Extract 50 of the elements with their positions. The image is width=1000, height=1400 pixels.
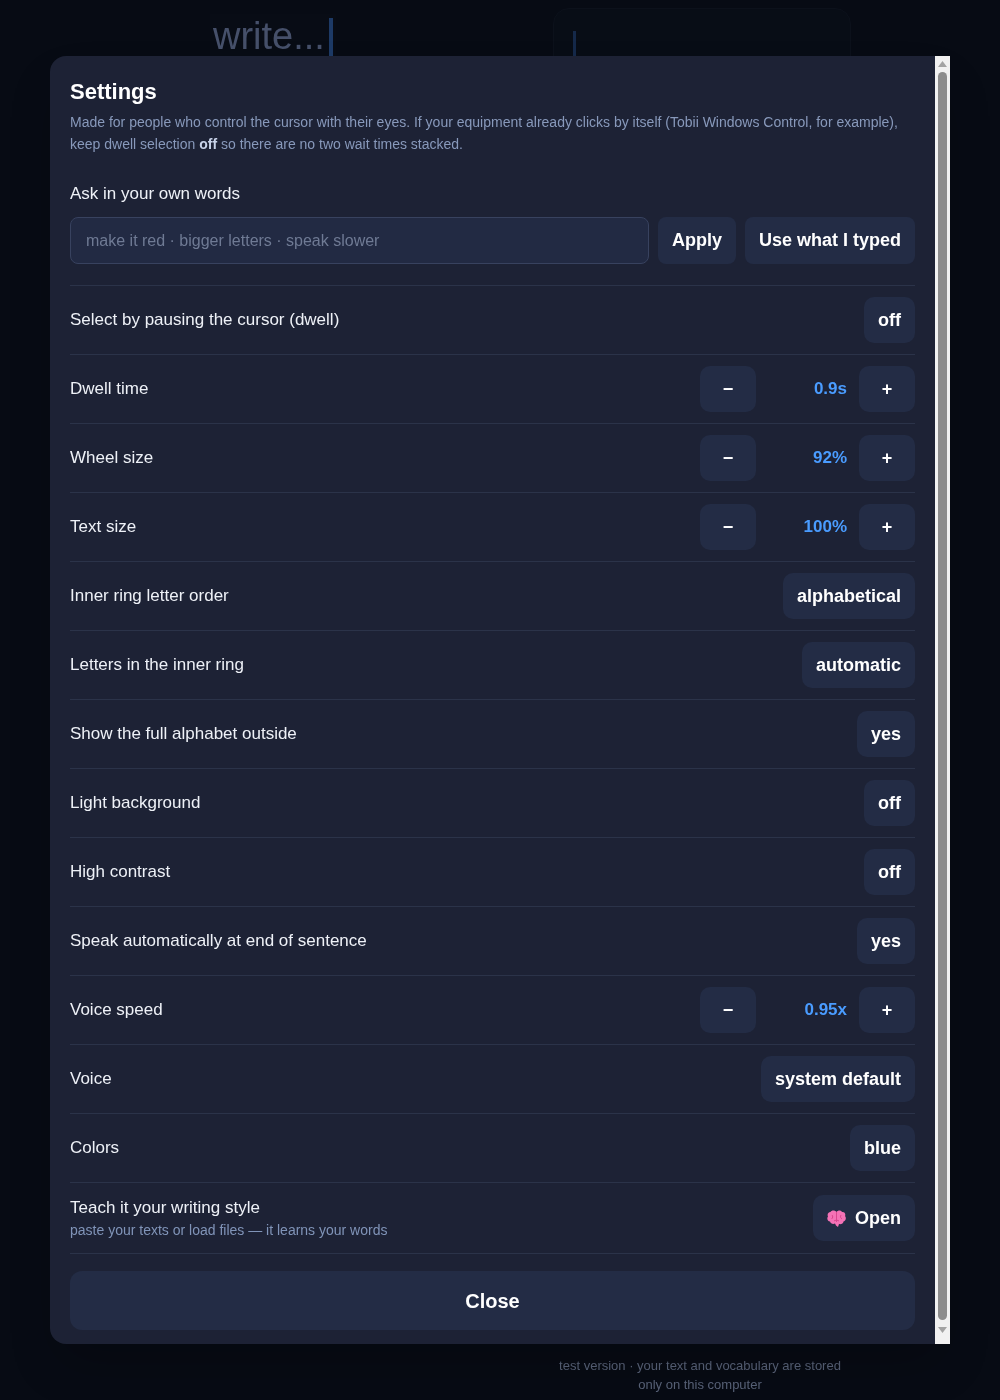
setting-label: Colors — [70, 1137, 120, 1159]
setting-value-button[interactable]: yes — [856, 918, 915, 964]
scroll-up-arrow-icon[interactable] — [938, 61, 947, 67]
footer-note: test version · your text and vocabulary are stored only on this computer — [558, 1357, 842, 1394]
ask-button[interactable]: Apply — [657, 217, 736, 264]
setting-value: 100% — [802, 516, 847, 539]
setting-label: High contrast — [70, 861, 171, 883]
setting-value-button[interactable]: off — [864, 849, 915, 895]
brain-icon — [827, 1209, 846, 1227]
decrease-button[interactable]: − — [700, 435, 756, 481]
setting-label: Dwell time — [70, 378, 149, 400]
setting-hint: paste your texts or load files — it learns your words — [70, 1221, 388, 1240]
setting-value-button[interactable]: off — [864, 297, 915, 343]
ask-label: Ask in your own words — [70, 183, 242, 205]
setting-value-button[interactable]: system default — [760, 1056, 915, 1102]
setting-value-button[interactable]: blue — [850, 1125, 915, 1171]
setting-label: Inner ring letter order — [70, 585, 229, 607]
ask-input-field[interactable]: make it red · bigger letters · speak slower — [70, 217, 649, 264]
setting-label: Speak automatically at end of sentence — [70, 930, 367, 952]
setting-value: 92% — [811, 447, 847, 470]
setting-label: Light background — [70, 792, 201, 814]
setting-value-button[interactable]: alphabetical — [782, 573, 915, 619]
setting-label: Teach it your writing style — [70, 1197, 261, 1219]
setting-label: Voice — [70, 1068, 112, 1090]
open-button[interactable]: Open — [813, 1195, 915, 1241]
dialog-description: Made for people who control the cursor with their eyes. If your equipment already clicks by itself (Tobii Windows Control, for example), keep dwell selection off so there are no two wait times stacked. — [70, 113, 899, 154]
setting-label: Show the full alphabet outside — [70, 723, 297, 745]
setting-label: Letters in the inner ring — [70, 654, 244, 676]
setting-label: Wheel size — [70, 447, 154, 469]
scroll-down-arrow-icon[interactable] — [938, 1327, 947, 1333]
setting-value-button[interactable]: yes — [856, 711, 915, 757]
setting-label: Voice speed — [70, 999, 163, 1021]
setting-value: 0.9s — [812, 378, 847, 401]
decrease-button[interactable]: − — [700, 366, 756, 412]
setting-value-button[interactable]: off — [864, 780, 915, 826]
scrollbar-thumb[interactable] — [938, 72, 947, 1320]
decrease-button[interactable]: − — [700, 987, 756, 1033]
increase-button[interactable]: + — [859, 366, 915, 412]
close-button[interactable]: Close — [70, 1271, 915, 1330]
scrollbar[interactable] — [935, 56, 950, 1344]
setting-value-button[interactable]: automatic — [801, 642, 915, 688]
setting-label: Select by pausing the cursor (dwell) — [70, 309, 340, 331]
decrease-button[interactable]: − — [700, 504, 756, 550]
ask-button[interactable]: Use what I typed — [744, 217, 915, 264]
increase-button[interactable]: + — [859, 987, 915, 1033]
setting-label: Text size — [70, 516, 137, 538]
increase-button[interactable]: + — [859, 435, 915, 481]
dialog-title: Settings — [70, 78, 158, 106]
setting-value: 0.95x — [803, 999, 847, 1022]
increase-button[interactable]: + — [859, 504, 915, 550]
